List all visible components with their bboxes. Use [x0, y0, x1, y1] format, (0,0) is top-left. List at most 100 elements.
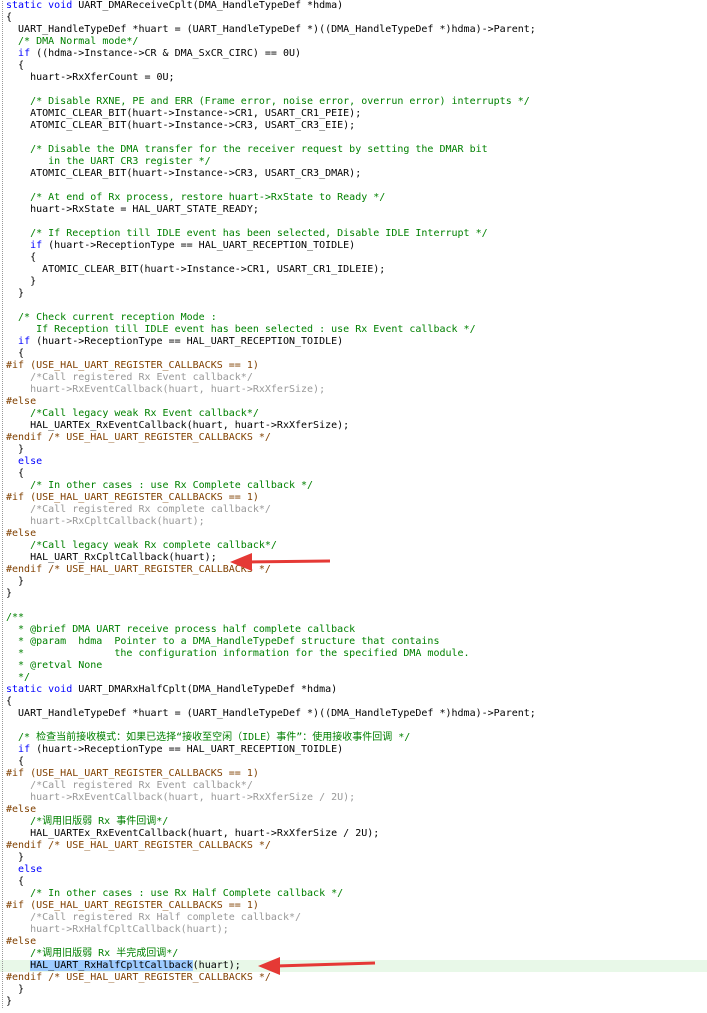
- code-text: */: [6, 672, 31, 683]
- code-text: else: [18, 864, 43, 875]
- code-line[interactable]: }: [0, 443, 707, 456]
- code-text: }: [6, 996, 13, 1007]
- code-line[interactable]: * @param hdma Pointer to a DMA_HandleTyp…: [0, 635, 707, 648]
- code-line[interactable]: {: [0, 875, 707, 888]
- code-line[interactable]: /*Call registered Rx complete callback*/: [0, 503, 707, 516]
- code-line[interactable]: ATOMIC_CLEAR_BIT(huart->Instance->CR3, U…: [0, 119, 707, 132]
- code-line[interactable]: /* Disable the DMA transfer for the rece…: [0, 143, 707, 156]
- code-line[interactable]: [0, 179, 707, 192]
- code-line[interactable]: huart->RxEventCallback(huart, huart->RxX…: [0, 791, 707, 804]
- code-line[interactable]: {: [0, 11, 707, 24]
- code-line[interactable]: {: [0, 347, 707, 360]
- code-line[interactable]: {: [0, 755, 707, 768]
- code-line[interactable]: UART_HandleTypeDef *huart = (UART_Handle…: [0, 707, 707, 720]
- code-text: {: [6, 756, 25, 767]
- code-line[interactable]: #else: [0, 527, 707, 540]
- code-text: #else: [6, 936, 37, 947]
- code-line[interactable]: #else: [0, 395, 707, 408]
- code-line[interactable]: else: [0, 863, 707, 876]
- code-line[interactable]: {: [0, 695, 707, 708]
- code-line[interactable]: [0, 299, 707, 312]
- code-line[interactable]: [0, 719, 707, 732]
- code-line[interactable]: }: [0, 995, 707, 1008]
- code-line[interactable]: /* In other cases : use Rx Complete call…: [0, 479, 707, 492]
- code-line[interactable]: #else: [0, 935, 707, 948]
- code-line[interactable]: {: [0, 59, 707, 72]
- code-line[interactable]: HAL_UARTEx_RxEventCallback(huart, huart-…: [0, 827, 707, 840]
- code-line[interactable]: UART_HandleTypeDef *huart = (UART_Handle…: [0, 23, 707, 36]
- code-line[interactable]: huart->RxHalfCpltCallback(huart);: [0, 923, 707, 936]
- code-line[interactable]: HAL_UARTEx_RxEventCallback(huart, huart-…: [0, 419, 707, 432]
- code-line[interactable]: /* If Reception till IDLE event has been…: [0, 227, 707, 240]
- code-line[interactable]: /* Disable RXNE, PE and ERR (Frame error…: [0, 95, 707, 108]
- code-line[interactable]: HAL_UART_RxHalfCpltCallback(huart);: [0, 959, 707, 972]
- code-line[interactable]: */: [0, 671, 707, 684]
- code-line[interactable]: huart->RxState = HAL_UART_STATE_READY;: [0, 203, 707, 216]
- code-line[interactable]: if (huart->ReceptionType == HAL_UART_REC…: [0, 239, 707, 252]
- code-line[interactable]: }: [0, 983, 707, 996]
- code-line[interactable]: #else: [0, 803, 707, 816]
- code-line[interactable]: /*Call registered Rx Event callback*/: [0, 371, 707, 384]
- code-line[interactable]: /**: [0, 611, 707, 624]
- code-line[interactable]: #if (USE_HAL_UART_REGISTER_CALLBACKS == …: [0, 767, 707, 780]
- code-line[interactable]: [0, 599, 707, 612]
- code-line[interactable]: HAL_UART_RxCpltCallback(huart);: [0, 551, 707, 564]
- code-line[interactable]: /* At end of Rx process, restore huart->…: [0, 191, 707, 204]
- code-line[interactable]: #endif /* USE_HAL_UART_REGISTER_CALLBACK…: [0, 431, 707, 444]
- code-line[interactable]: [0, 215, 707, 228]
- code-line[interactable]: * @retval None: [0, 659, 707, 672]
- code-line[interactable]: huart->RxXferCount = 0U;: [0, 71, 707, 84]
- code-line[interactable]: in the UART CR3 register */: [0, 155, 707, 168]
- code-line[interactable]: static void UART_DMARxHalfCplt(DMA_Handl…: [0, 683, 707, 696]
- code-line[interactable]: If Reception till IDLE event has been se…: [0, 323, 707, 336]
- code-line[interactable]: {: [0, 467, 707, 480]
- code-text: HAL_UART_RxCpltCallback(huart);: [6, 552, 217, 563]
- code-line[interactable]: #endif /* USE_HAL_UART_REGISTER_CALLBACK…: [0, 839, 707, 852]
- code-line[interactable]: [0, 83, 707, 96]
- code-line[interactable]: /* In other cases : use Rx Half Complete…: [0, 887, 707, 900]
- code-text: /* Check current reception Mode :: [6, 312, 217, 323]
- code-line[interactable]: if ((hdma->Instance->CR & DMA_SxCR_CIRC)…: [0, 47, 707, 60]
- code-line[interactable]: ATOMIC_CLEAR_BIT(huart->Instance->CR1, U…: [0, 107, 707, 120]
- code-line[interactable]: /*Call registered Rx Event callback*/: [0, 779, 707, 792]
- code-line[interactable]: else: [0, 455, 707, 468]
- code-line[interactable]: /*Call legacy weak Rx Event callback*/: [0, 407, 707, 420]
- code-line[interactable]: #endif /* USE_HAL_UART_REGISTER_CALLBACK…: [0, 971, 707, 984]
- code-line[interactable]: * @brief DMA UART receive process half c…: [0, 623, 707, 636]
- code-line[interactable]: /* Check current reception Mode :: [0, 311, 707, 324]
- code-line[interactable]: }: [0, 587, 707, 600]
- code-line[interactable]: if (huart->ReceptionType == HAL_UART_REC…: [0, 335, 707, 348]
- code-line[interactable]: #if (USE_HAL_UART_REGISTER_CALLBACKS == …: [0, 491, 707, 504]
- code-line[interactable]: }: [0, 851, 707, 864]
- code-line[interactable]: }: [0, 575, 707, 588]
- code-text: /*Call registered Rx Half complete callb…: [6, 912, 302, 923]
- code-line[interactable]: ATOMIC_CLEAR_BIT(huart->Instance->CR1, U…: [0, 263, 707, 276]
- code-line[interactable]: #if (USE_HAL_UART_REGISTER_CALLBACKS == …: [0, 359, 707, 372]
- code-line[interactable]: huart->RxEventCallback(huart, huart->RxX…: [0, 383, 707, 396]
- code-line[interactable]: /* 检查当前接收模式：如果已选择“接收至空闲（IDLE）事件”：使用接收事件回…: [0, 731, 707, 744]
- code-line[interactable]: /*Call legacy weak Rx complete callback*…: [0, 539, 707, 552]
- code-line[interactable]: [0, 131, 707, 144]
- code-text: /* In other cases : use Rx Complete call…: [6, 480, 314, 491]
- code-line[interactable]: }: [0, 287, 707, 300]
- code-text: huart->RxCpltCallback(huart);: [6, 516, 205, 527]
- code-text: if (huart->ReceptionType == HAL_UART_REC…: [30, 240, 356, 251]
- code-line[interactable]: * the configuration information for the …: [0, 647, 707, 660]
- code-text: }: [6, 276, 37, 287]
- code-line[interactable]: {: [0, 251, 707, 264]
- code-line[interactable]: #if (USE_HAL_UART_REGISTER_CALLBACKS == …: [0, 899, 707, 912]
- code-line[interactable]: huart->RxCpltCallback(huart);: [0, 515, 707, 528]
- code-text: }: [6, 444, 25, 455]
- code-line[interactable]: /* DMA Normal mode*/: [0, 35, 707, 48]
- code-line[interactable]: }: [0, 275, 707, 288]
- code-line[interactable]: /*Call registered Rx Half complete callb…: [0, 911, 707, 924]
- code-text: /* Disable RXNE, PE and ERR (Frame error…: [6, 96, 530, 107]
- code-text: #endif /* USE_HAL_UART_REGISTER_CALLBACK…: [6, 840, 271, 851]
- code-editor[interactable]: static void UART_DMAReceiveCplt(DMA_Hand…: [0, 0, 707, 1013]
- code-line[interactable]: #endif /* USE_HAL_UART_REGISTER_CALLBACK…: [0, 563, 707, 576]
- code-line[interactable]: static void UART_DMAReceiveCplt(DMA_Hand…: [0, 0, 707, 12]
- code-line[interactable]: /*调用旧版弱 Rx 事件回调*/: [0, 815, 707, 828]
- code-line[interactable]: /*调用旧版弱 Rx 半完成回调*/: [0, 947, 707, 960]
- code-line[interactable]: ATOMIC_CLEAR_BIT(huart->Instance->CR3, U…: [0, 167, 707, 180]
- code-line[interactable]: if (huart->ReceptionType == HAL_UART_REC…: [0, 743, 707, 756]
